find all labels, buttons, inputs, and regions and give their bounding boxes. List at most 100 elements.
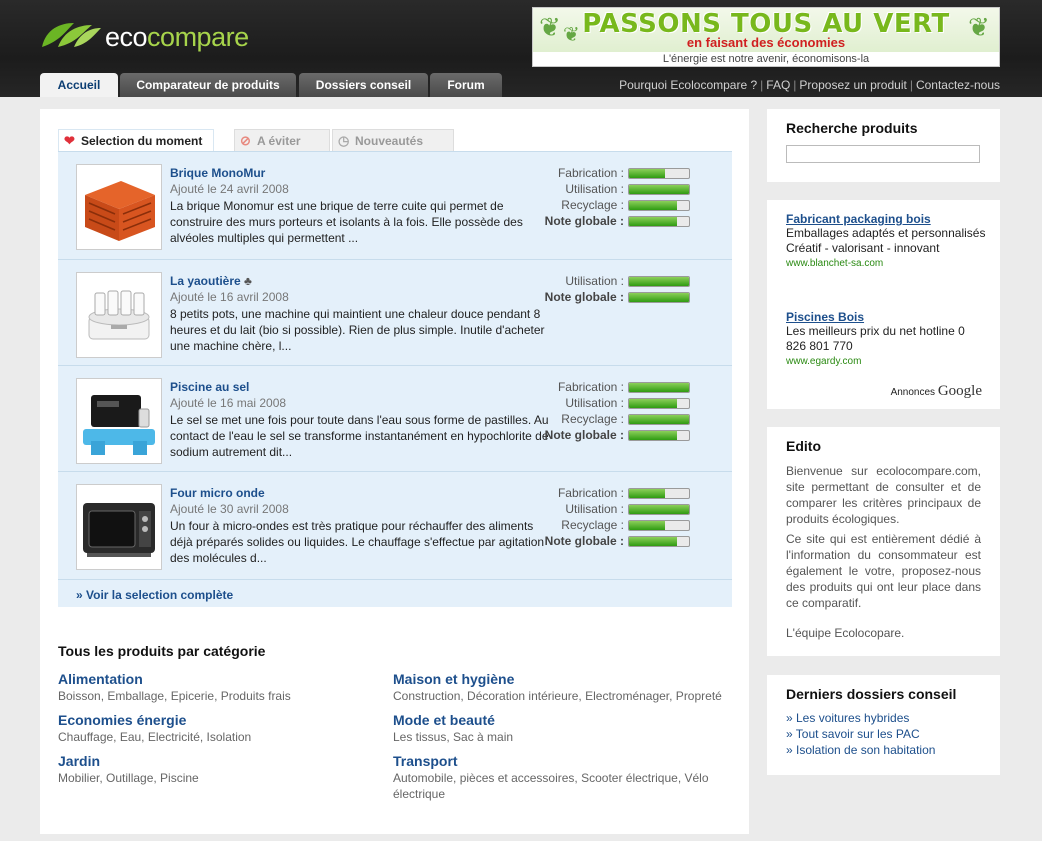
category-link[interactable]: Alimentation [58,671,388,688]
salt-chlorinator-image [83,395,155,455]
rating-fill [629,185,689,194]
link-proposez[interactable]: Proposez un produit [799,78,906,92]
product-title-text: La yaoutière [170,274,241,288]
rating-bar [628,292,690,303]
search-input[interactable] [786,145,980,163]
category-link[interactable]: Transport [393,753,723,770]
tab-selection-du-moment[interactable]: ❤ Selection du moment [58,129,214,151]
rating-label: Note globale : [544,214,624,228]
rating-label: Fabrication : [557,486,624,500]
dossiers-list: » Les voitures hybrides » Tout savoir su… [786,710,935,758]
ad-description: Emballages adaptés et personnalisés Créa… [786,226,986,255]
rating-label: Note globale : [544,290,624,304]
ad-item: Fabricant packaging bois Emballages adap… [786,212,986,269]
ad-item: Piscines Bois Les meilleurs prix du net … [786,310,986,367]
ads-box: Fabricant packaging bois Emballages adap… [767,200,1000,409]
tab-forum[interactable]: Forum [430,73,502,97]
product-ratings: Fabrication : Utilisation : Recyclage : … [542,486,712,550]
category-item: Alimentation Boisson, Emballage, Epicerie… [58,671,388,704]
site-logo[interactable]: ecocompare [40,17,272,57]
ad-description: Les meilleurs prix du net hotline 0 826 … [786,324,965,353]
rating-label: Recyclage : [561,412,624,426]
edito-signature: L'équipe Ecolocopare. [786,626,905,640]
see-full-selection-link[interactable]: » Voir la selection complète [76,588,233,602]
dossier-link[interactable]: » Tout savoir sur les PAC [786,726,935,742]
product-description: La brique Monomur est une brique de terr… [170,199,523,245]
product-title[interactable]: Brique MonoMur [170,166,265,180]
link-pourquoi[interactable]: Pourquoi Ecolocompare ? [619,78,757,92]
tab-accueil[interactable]: Accueil [40,73,118,97]
tab-nouveautes[interactable]: ◷ Nouveautés [332,129,454,151]
rating-fill [629,505,689,514]
link-contact[interactable]: Contactez-nous [916,78,1000,92]
rating-row: Recyclage : [542,198,712,214]
rating-fill [629,169,665,178]
rating-bar [628,382,690,393]
product-title[interactable]: Four micro onde [170,486,265,500]
rating-row: Note globale : [542,214,712,230]
rating-bar [628,200,690,211]
rating-bar [628,414,690,425]
categories-column-left: Alimentation Boisson, Emballage, Epicerie… [58,671,388,794]
ad-url[interactable]: www.egardy.com [786,356,986,367]
product-item: Piscine au sel Ajouté le 16 mai 2008 Le … [58,366,732,472]
product-title[interactable]: Piscine au sel [170,380,249,394]
categories-column-right: Maison et hygiène Construction, Décoratio… [393,671,723,810]
categories-section: Tous les produits par catégorie Alimenta… [58,643,738,801]
google-ads-label[interactable]: Annonces Google [891,383,982,400]
dossiers-title: Derniers dossiers conseil [786,686,957,702]
category-link[interactable]: Mode et beauté [393,712,723,729]
dossier-link[interactable]: » Les voitures hybrides [786,710,935,726]
rating-fill [629,489,665,498]
dossiers-box: Derniers dossiers conseil » Les voitures… [767,675,1000,775]
rating-fill [629,521,665,530]
rating-bar [628,504,690,515]
tab-label: Selection du moment [81,134,203,148]
category-link[interactable]: Economies énergie [58,712,388,729]
banner-subline: en faisant des économies [686,35,846,50]
tab-dossiers[interactable]: Dossiers conseil [299,73,428,97]
ad-title-link[interactable]: Fabricant packaging bois [786,212,986,226]
ad-title-link[interactable]: Piscines Bois [786,310,986,324]
ads-label-text: Annonces [890,387,936,398]
rating-fill [629,399,677,408]
product-item: Four micro onde Ajouté le 30 avril 2008 … [58,472,732,580]
link-faq[interactable]: FAQ [766,78,790,92]
rating-fill [629,293,689,302]
rating-label: Fabrication : [557,166,624,180]
category-item: Jardin Mobilier, Outillage, Piscine [58,753,388,786]
rating-row: Recyclage : [542,518,712,534]
separator: | [760,78,764,92]
product-image[interactable] [76,164,162,250]
product-image[interactable] [76,484,162,570]
category-link[interactable]: Jardin [58,753,388,770]
tab-label: Nouveautés [355,134,424,148]
product-ratings: Utilisation : Note globale : [542,274,712,306]
utility-links: Pourquoi Ecolocompare ? | FAQ | Proposez un … [619,78,1000,92]
site-header: ecocompare ❦ ❦ ❦ PASSONS TOUS AU VERT en… [0,0,1042,97]
product-title[interactable]: La yaoutière ♣ [170,274,252,288]
tab-comparateur[interactable]: Comparateur de produits [120,73,296,97]
rating-bar [628,430,690,441]
rating-label: Recyclage : [561,198,624,212]
rating-fill [629,277,689,286]
category-item: Mode et beauté Les tissus, Sac à main [393,712,723,745]
tab-a-eviter[interactable]: ⊘ A éviter [234,129,330,151]
product-image[interactable] [76,378,162,464]
rating-fill [629,217,677,226]
rating-row: Note globale : [542,290,712,306]
dossier-link[interactable]: » Isolation de son habitation [786,742,935,758]
promo-banner[interactable]: ❦ ❦ ❦ PASSONS TOUS AU VERT en faisant de… [532,7,1000,67]
ad-url[interactable]: www.blanchet-sa.com [786,258,986,269]
tab-label: A éviter [257,134,301,148]
rating-row: Fabrication : [542,380,712,396]
edito-box: Edito Bienvenue sur ecolocompare.com, si… [767,427,1000,656]
category-subitems: Construction, Décoration intérieure, Ele… [393,689,722,703]
rating-bar [628,168,690,179]
rating-bar [628,184,690,195]
product-image[interactable] [76,272,162,358]
brick-image [85,181,155,241]
rating-row: Utilisation : [542,274,712,290]
rating-fill [629,201,677,210]
category-link[interactable]: Maison et hygiène [393,671,723,688]
